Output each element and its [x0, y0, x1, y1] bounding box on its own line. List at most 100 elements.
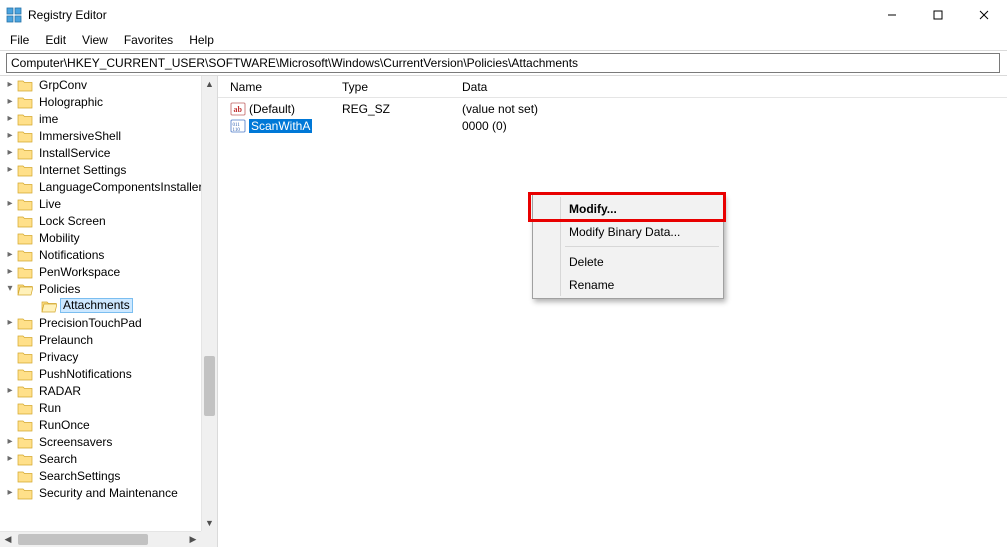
close-button[interactable]: [961, 0, 1007, 30]
tree-item[interactable]: Prelaunch: [0, 331, 201, 348]
tree-horizontal-scrollbar[interactable]: ◀ ▶: [0, 531, 201, 547]
folder-icon: [17, 214, 33, 228]
tree-item[interactable]: ▸ Live: [0, 195, 201, 212]
context-menu-modify-label: Modify...: [569, 202, 617, 216]
scroll-right-icon[interactable]: ▶: [185, 532, 201, 547]
expand-icon[interactable]: ▸: [4, 164, 16, 175]
column-header-data[interactable]: Data: [458, 80, 1007, 94]
folder-icon: [17, 435, 33, 449]
tree-item-label: Internet Settings: [36, 163, 129, 177]
tree-item-label: Search: [36, 452, 80, 466]
tree-item[interactable]: RunOnce: [0, 416, 201, 433]
tree-item-label: Policies: [36, 282, 83, 296]
expand-icon[interactable]: ▸: [4, 266, 16, 277]
folder-icon: [17, 129, 33, 143]
folder-icon: [41, 299, 57, 313]
folder-icon: [17, 418, 33, 432]
expand-icon[interactable]: ▸: [4, 317, 16, 328]
context-menu-rename[interactable]: Rename: [535, 273, 721, 296]
context-menu-modify[interactable]: Modify...: [535, 197, 721, 220]
value-name-cell: ScanWithA: [226, 118, 338, 134]
tree-item[interactable]: LanguageComponentsInstaller: [0, 178, 201, 195]
menu-edit[interactable]: Edit: [39, 31, 72, 49]
folder-icon: [17, 367, 33, 381]
value-data-cell: (value not set): [458, 102, 1007, 116]
maximize-button[interactable]: [915, 0, 961, 30]
tree-item[interactable]: Privacy: [0, 348, 201, 365]
menu-view[interactable]: View: [76, 31, 114, 49]
value-row[interactable]: ScanWithA0000 (0): [218, 117, 1007, 134]
expand-icon[interactable]: ▸: [4, 385, 16, 396]
tree-item[interactable]: ▸ ImmersiveShell: [0, 127, 201, 144]
folder-icon: [17, 197, 33, 211]
tree-item[interactable]: ▸InstallService: [0, 144, 201, 161]
folder-icon: [17, 401, 33, 415]
expand-icon[interactable]: ▸: [4, 130, 16, 141]
tree-item[interactable]: ▸ RADAR: [0, 382, 201, 399]
tree-item[interactable]: SearchSettings: [0, 467, 201, 484]
expand-icon[interactable]: ▸: [4, 198, 16, 209]
tree-item-label: Prelaunch: [36, 333, 96, 347]
expand-icon[interactable]: ▸: [4, 79, 16, 90]
menu-help[interactable]: Help: [183, 31, 220, 49]
scroll-left-icon[interactable]: ◀: [0, 532, 16, 547]
context-menu-delete[interactable]: Delete: [535, 250, 721, 273]
list-rows[interactable]: (Default)REG_SZ(value not set)ScanWithA0…: [218, 98, 1007, 134]
tree-item[interactable]: ▸Notifications: [0, 246, 201, 263]
expand-icon[interactable]: ▸: [4, 487, 16, 498]
tree-item[interactable]: Run: [0, 399, 201, 416]
tree-item[interactable]: ▸PrecisionTouchPad: [0, 314, 201, 331]
tree-item-label: Holographic: [36, 95, 106, 109]
folder-icon: [17, 384, 33, 398]
folder-icon: [17, 469, 33, 483]
tree-item[interactable]: ▸Security and Maintenance: [0, 484, 201, 501]
tree-item-label: Live: [36, 197, 64, 211]
tree-item-label: RADAR: [36, 384, 84, 398]
column-header-type[interactable]: Type: [338, 80, 458, 94]
scroll-thumb-horizontal[interactable]: [18, 534, 148, 545]
collapse-icon[interactable]: ▾: [4, 283, 16, 294]
expand-icon[interactable]: ▸: [4, 113, 16, 124]
tree-item[interactable]: ▸Screensavers: [0, 433, 201, 450]
folder-icon: [17, 231, 33, 245]
tree-item-label: Privacy: [36, 350, 81, 364]
tree-item-label: Attachments: [60, 298, 133, 313]
menu-favorites[interactable]: Favorites: [118, 31, 179, 49]
list-pane: Name Type Data (Default)REG_SZ(value not…: [218, 76, 1007, 547]
tree-item[interactable]: Mobility: [0, 229, 201, 246]
tree-item[interactable]: Attachments: [0, 297, 201, 314]
expand-icon[interactable]: ▸: [4, 249, 16, 260]
value-name-cell: (Default): [226, 101, 338, 117]
value-row[interactable]: (Default)REG_SZ(value not set): [218, 100, 1007, 117]
tree-item-label: PushNotifications: [36, 367, 135, 381]
tree-item[interactable]: ▸ Search: [0, 450, 201, 467]
address-input[interactable]: [6, 53, 1000, 73]
tree-vertical-scrollbar[interactable]: ▲ ▼: [201, 76, 217, 531]
tree-item[interactable]: ▸GrpConv: [0, 76, 201, 93]
expand-icon[interactable]: ▸: [4, 96, 16, 107]
column-header-name[interactable]: Name: [226, 80, 338, 94]
expand-icon[interactable]: ▸: [4, 436, 16, 447]
tree-item[interactable]: PushNotifications: [0, 365, 201, 382]
tree-item[interactable]: Lock Screen: [0, 212, 201, 229]
tree-item[interactable]: ▸ Holographic: [0, 93, 201, 110]
tree-item[interactable]: ▾ Policies: [0, 280, 201, 297]
tree-item-label: Lock Screen: [36, 214, 109, 228]
menu-file[interactable]: File: [4, 31, 35, 49]
tree-item[interactable]: ▸ime: [0, 110, 201, 127]
tree-content[interactable]: ▸GrpConv▸Holographic▸ime▸ImmersiveShell▸…: [0, 76, 201, 531]
folder-icon: [17, 78, 33, 92]
tree-item-label: SearchSettings: [36, 469, 123, 483]
scroll-down-icon[interactable]: ▼: [202, 515, 217, 531]
context-menu-modify-binary[interactable]: Modify Binary Data...: [535, 220, 721, 243]
context-menu: Modify... Modify Binary Data... Delete R…: [532, 194, 724, 299]
scroll-up-icon[interactable]: ▲: [202, 76, 217, 92]
minimize-button[interactable]: [869, 0, 915, 30]
scroll-thumb-vertical[interactable]: [204, 356, 215, 416]
expand-icon[interactable]: ▸: [4, 147, 16, 158]
tree-item[interactable]: ▸ Internet Settings: [0, 161, 201, 178]
tree-item-label: ImmersiveShell: [36, 129, 124, 143]
folder-icon: [17, 248, 33, 262]
tree-item[interactable]: ▸PenWorkspace: [0, 263, 201, 280]
expand-icon[interactable]: ▸: [4, 453, 16, 464]
